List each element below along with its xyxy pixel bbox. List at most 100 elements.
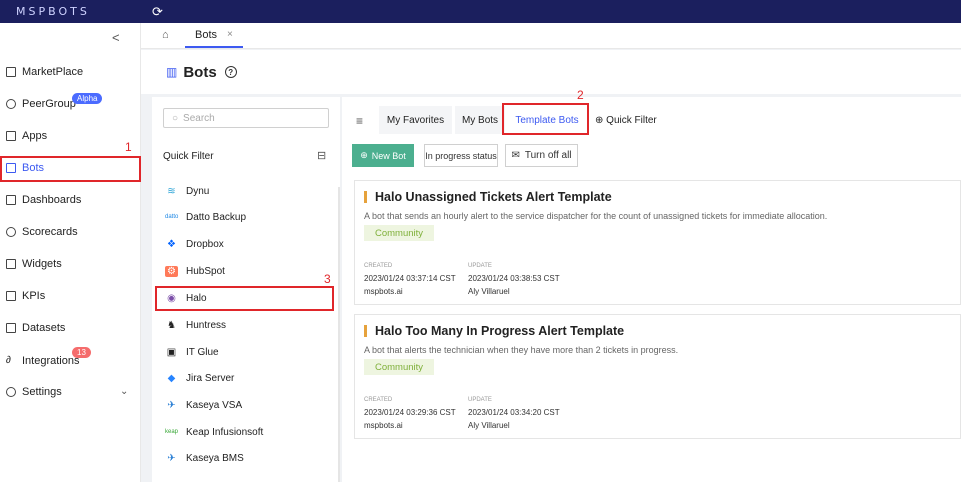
created-label: CREATED xyxy=(364,397,393,403)
sidebar-item-label: Datasets xyxy=(22,322,66,334)
integration-label: Huntress xyxy=(186,319,227,331)
link-icon: ∂ xyxy=(6,355,11,366)
top-bar: MSPBOTS ⟳ xyxy=(0,0,961,23)
highlight-bots xyxy=(0,156,141,182)
integration-label: Dynu xyxy=(186,185,210,197)
annotation-number-1: 1 xyxy=(125,140,132,154)
filter-scrollbar[interactable] xyxy=(338,187,340,482)
huntress-logo-icon: ♞ xyxy=(167,319,176,331)
card-title[interactable]: Halo Too Many In Progress Alert Template xyxy=(364,325,624,337)
search-placeholder: Search xyxy=(183,112,215,124)
in-progress-status-button[interactable]: In progress status xyxy=(424,144,498,167)
sidebar-item-label: PeerGroup xyxy=(22,98,76,110)
integration-label: Keap Infusionsoft xyxy=(186,426,264,438)
card-description: A bot that sends an hourly alert to the … xyxy=(364,211,828,221)
tab-bots[interactable]: Bots × xyxy=(185,23,243,48)
sidebar-item-label: Settings xyxy=(22,386,62,398)
jira-logo-icon: ◆ xyxy=(167,372,176,384)
dropbox-logo-icon: ❖ xyxy=(167,238,176,250)
close-icon[interactable]: × xyxy=(227,29,233,40)
integration-item-keap-infusionsoft[interactable]: keap Keap Infusionsoft xyxy=(165,421,335,443)
integration-label: Datto Backup xyxy=(186,211,247,223)
search-input[interactable]: ○ Search xyxy=(163,108,329,128)
sidebar: < MarketPlace PeerGroup Alpha Apps Bots … xyxy=(0,23,141,482)
annotation-number-2: 2 xyxy=(577,88,584,102)
integration-label: IT Glue xyxy=(186,346,219,358)
quick-filter-toggle[interactable]: ⊕ Quick Filter xyxy=(595,115,657,126)
home-icon[interactable]: ⌂ xyxy=(162,29,169,41)
integration-item-hubspot[interactable]: ⚙ HubSpot xyxy=(165,260,335,282)
dataset-icon xyxy=(6,323,16,333)
mspbots-logo[interactable]: MSPBOTS xyxy=(16,5,136,18)
highlight-halo xyxy=(155,286,334,311)
sidebar-item-scorecards[interactable]: Scorecards xyxy=(0,218,141,246)
bot-template-card[interactable]: Halo Unassigned Tickets Alert Template A… xyxy=(354,180,961,305)
sync-icon[interactable]: ⟳ xyxy=(152,4,163,20)
integration-item-dynu[interactable]: ≋ Dynu xyxy=(165,180,335,202)
created-label: CREATED xyxy=(364,263,393,269)
people-icon xyxy=(6,99,16,109)
integration-item-huntress[interactable]: ♞ Huntress xyxy=(165,314,335,336)
updated-by: Aly Villaruel xyxy=(468,421,510,430)
integration-label: HubSpot xyxy=(186,265,225,277)
new-bot-button[interactable]: ⊕ New Bot xyxy=(352,144,414,167)
integration-item-datto-backup[interactable]: datto Datto Backup xyxy=(165,206,335,228)
integration-label: Kaseya BMS xyxy=(186,452,244,464)
card-title[interactable]: Halo Unassigned Tickets Alert Template xyxy=(364,191,612,203)
integration-label: Dropbox xyxy=(186,238,224,250)
integration-item-kaseya-vsa[interactable]: ✈ Kaseya VSA xyxy=(165,394,335,416)
bot-template-card[interactable]: Halo Too Many In Progress Alert Template… xyxy=(354,314,961,439)
integration-item-it-glue[interactable]: ▣ IT Glue xyxy=(165,341,335,363)
sidebar-item-apps[interactable]: Apps xyxy=(0,122,141,150)
integration-item-jira-server[interactable]: ◆ Jira Server xyxy=(165,367,335,389)
menu-icon[interactable]: ≡ xyxy=(356,114,363,128)
sidebar-item-marketplace[interactable]: MarketPlace xyxy=(0,58,141,86)
grid-icon xyxy=(6,67,16,77)
sidebar-item-widgets[interactable]: Widgets xyxy=(0,250,141,278)
sidebar-item-dashboards[interactable]: Dashboards xyxy=(0,186,141,214)
sidebar-item-datasets[interactable]: Datasets xyxy=(0,314,141,342)
quick-filter-label: Quick Filter xyxy=(606,115,657,126)
card-description: A bot that alerts the technician when th… xyxy=(364,345,679,355)
kpi-icon xyxy=(6,291,16,301)
integration-item-kaseya-bms[interactable]: ✈ Kaseya BMS xyxy=(165,447,335,469)
integration-label: Kaseya VSA xyxy=(186,399,243,411)
bots-content-panel: ≡ My Favorites My Bots Template Bots ⊕ Q… xyxy=(342,97,961,482)
created-date: 2023/01/24 03:29:36 CST xyxy=(364,408,456,417)
sidebar-item-integrations[interactable]: ∂ Integrations xyxy=(0,347,141,375)
page-title: Bots xyxy=(183,63,217,81)
sidebar-item-label: Scorecards xyxy=(22,226,78,238)
sidebar-item-label: Integrations xyxy=(22,355,80,367)
keap-logo-icon: keap xyxy=(165,429,179,435)
quick-filter-title: Quick Filter xyxy=(163,151,214,162)
kaseya-logo-icon: ✈ xyxy=(167,452,176,464)
sidebar-item-peergroup[interactable]: PeerGroup xyxy=(0,90,141,118)
update-label: UPDATE xyxy=(468,397,492,403)
updated-by: Aly Villaruel xyxy=(468,287,510,296)
created-by: mspbots.ai xyxy=(364,287,403,296)
community-tag: Community xyxy=(364,225,434,241)
dashboard-icon xyxy=(6,195,16,205)
tab-label: My Favorites xyxy=(386,114,445,126)
mail-icon: ✉ xyxy=(511,150,520,161)
integration-item-dropbox[interactable]: ❖ Dropbox xyxy=(165,233,335,255)
sidebar-item-label: Widgets xyxy=(22,258,62,270)
highlight-template-bots xyxy=(502,103,589,135)
kaseya-logo-icon: ✈ xyxy=(167,399,176,411)
integration-label: Jira Server xyxy=(186,372,235,384)
widget-icon xyxy=(6,259,16,269)
tab-label: Bots xyxy=(195,28,218,41)
turn-off-all-button[interactable]: ✉ Turn off all xyxy=(505,144,578,167)
sidebar-item-label: Apps xyxy=(22,130,48,142)
chevron-down-icon[interactable]: ⌄ xyxy=(120,386,128,397)
save-icon[interactable]: ⊟ xyxy=(317,149,326,162)
it-glue-logo-icon: ▣ xyxy=(166,346,177,358)
turn-off-label: Turn off all xyxy=(524,150,572,161)
sidebar-item-label: Dashboards xyxy=(22,194,82,206)
help-icon[interactable]: ? xyxy=(224,66,237,78)
new-bot-label: New Bot xyxy=(371,150,406,161)
collapse-sidebar-icon[interactable]: < xyxy=(112,30,120,45)
tab-my-bots[interactable]: My Bots xyxy=(455,106,505,134)
tab-my-favorites[interactable]: My Favorites xyxy=(379,106,452,134)
sidebar-item-kpis[interactable]: KPIs xyxy=(0,282,141,310)
